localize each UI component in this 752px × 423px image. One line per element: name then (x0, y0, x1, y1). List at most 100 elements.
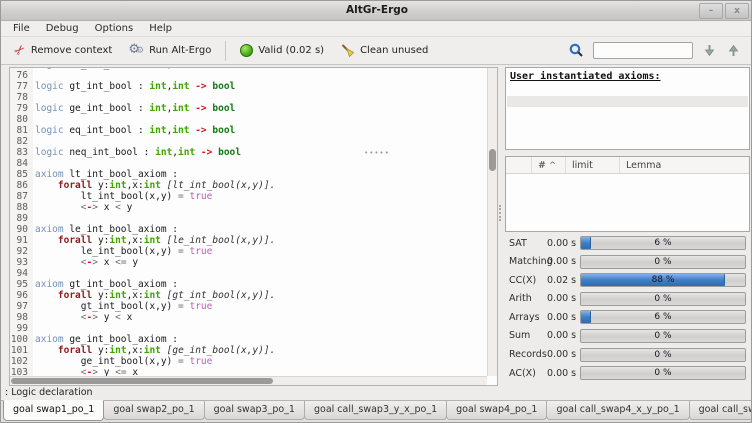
tab-goal-swap4_po_1[interactable]: goal swap4_po_1 (446, 401, 547, 420)
remove-context-button[interactable]: ✂ Remove context (9, 40, 118, 61)
line-number: 77 (10, 81, 33, 92)
broom-icon (340, 43, 355, 58)
code-text (33, 136, 35, 147)
code-line[interactable]: 76 (10, 70, 487, 81)
code-text: logic eq_int_bool : int,int -> bool (33, 125, 235, 136)
stat-time: 0.00 s (547, 312, 580, 323)
line-number: 94 (10, 268, 33, 279)
valid-status: Valid (0.02 s) (234, 41, 330, 60)
code-text: le_int_bool(x,y) = true (33, 246, 212, 257)
clean-unused-button[interactable]: Clean unused (334, 40, 434, 61)
column-lemma-label: Lemma (626, 160, 661, 171)
code-line[interactable]: 80 (10, 114, 487, 125)
code-line[interactable]: 91 forall y:int,x:int [le_int_bool(x,y)]… (10, 235, 487, 246)
editor-vertical-scrollbar[interactable] (487, 68, 497, 376)
code-text: logic lt_int_bool : int,int -> bool (33, 68, 235, 70)
stat-percent-label: 6 % (581, 312, 745, 322)
line-number: 99 (10, 323, 33, 334)
code-text: <-> x <= y (33, 257, 138, 268)
code-text (33, 70, 35, 81)
code-line[interactable]: 87 lt_int_bool(x,y) = true (10, 191, 487, 202)
code-line[interactable]: 103 <-> y <= x (10, 367, 487, 376)
stat-row-arith: Arith0.00 s0 % (505, 292, 750, 306)
editor-horizontal-scrollbar[interactable] (10, 376, 487, 385)
lemma-table-body[interactable] (506, 174, 749, 232)
altgr-ergo-window: AltGr-Ergo – x FileDebugOptionsHelp ✂ Re… (0, 0, 752, 423)
code-viewport[interactable]: 75logic lt_int_bool : int,int -> bool767… (10, 68, 487, 376)
tab-goal-call_swap4_x_y_po_1[interactable]: goal call_swap4_x_y_po_1 (546, 401, 689, 420)
menu-item-file[interactable]: File (5, 22, 38, 35)
stats-panel: SAT0.00 s6 %Matching0.00 s0 %CC(X)0.02 s… (505, 236, 750, 385)
run-alt-ergo-label: Run Alt-Ergo (149, 45, 211, 56)
search-input[interactable] (593, 42, 693, 59)
code-text: axiom le_int_bool_axiom : (33, 224, 178, 235)
stat-time: 0.00 s (547, 256, 580, 267)
code-line[interactable]: 96 forall y:int,x:int [gt_int_bool(x,y)]… (10, 290, 487, 301)
run-alt-ergo-button[interactable]: ⚙⚙ Run Alt-Ergo (122, 40, 217, 61)
code-line[interactable]: 86 forall y:int,x:int [lt_int_bool(x,y)]… (10, 180, 487, 191)
code-line[interactable]: 90axiom le_int_bool_axiom : (10, 224, 487, 235)
stat-label: SAT (505, 238, 547, 249)
axioms-selected-row[interactable] (507, 96, 748, 107)
tab-goal-swap2_po_1[interactable]: goal swap2_po_1 (103, 401, 204, 420)
search-next-icon[interactable] (702, 43, 717, 58)
line-number: 95 (10, 279, 33, 290)
column-blank[interactable] (506, 157, 532, 173)
workspace: 75logic lt_int_bool : int,int -> bool767… (1, 65, 752, 387)
code-text: <-> x < y (33, 202, 132, 213)
code-line[interactable]: 101 forall y:int,x:int [ge_int_bool(x,y)… (10, 345, 487, 356)
code-line[interactable]: 85axiom lt_int_bool_axiom : (10, 169, 487, 180)
instantiated-axioms-panel[interactable]: User instantiated axioms: (505, 67, 750, 150)
code-line[interactable]: 99 (10, 323, 487, 334)
code-line[interactable]: 81logic eq_int_bool : int,int -> bool (10, 125, 487, 136)
stat-percent-label: 0 % (581, 257, 745, 267)
line-number: 92 (10, 246, 33, 257)
tab-goal-swap1_po_1[interactable]: goal swap1_po_1 (3, 400, 104, 421)
line-number: 76 (10, 70, 33, 81)
code-line[interactable]: 84 (10, 158, 487, 169)
close-button[interactable]: x (725, 3, 749, 19)
tab-goal-call_swap4_y_x_po_1[interactable]: goal call_swap4_y_x_po_1 (689, 401, 752, 420)
menu-item-options[interactable]: Options (87, 22, 142, 35)
lemma-table: #^ limit Lemma (505, 156, 750, 232)
menu-item-debug[interactable]: Debug (38, 22, 87, 35)
column-lemma[interactable]: Lemma (620, 157, 749, 173)
vertical-splitter-grip[interactable] (499, 205, 503, 221)
code-line[interactable]: 89 (10, 213, 487, 224)
code-text: lt_int_bool(x,y) = true (33, 191, 212, 202)
menu-item-help[interactable]: Help (141, 22, 180, 35)
code-line[interactable]: 97 gt_int_bool(x,y) = true (10, 301, 487, 312)
search-prev-icon[interactable] (726, 43, 741, 58)
code-line[interactable]: 102 ge_int_bool(x,y) = true (10, 356, 487, 367)
stat-percent-label: 88 % (581, 275, 745, 285)
code-line[interactable]: 94 (10, 268, 487, 279)
column-limit[interactable]: limit (566, 157, 620, 173)
tab-goal-swap3_po_1[interactable]: goal swap3_po_1 (204, 401, 305, 420)
code-line[interactable]: 95axiom gt_int_bool_axiom : (10, 279, 487, 290)
code-line[interactable]: 77logic gt_int_bool : int,int -> bool (10, 81, 487, 92)
column-number[interactable]: #^ (532, 157, 566, 173)
line-number: 85 (10, 169, 33, 180)
code-text (33, 268, 35, 279)
code-line[interactable]: 93 <-> x <= y (10, 257, 487, 268)
stat-label: Sum (505, 330, 547, 341)
code-editor[interactable]: 75logic lt_int_bool : int,int -> bool767… (9, 67, 498, 386)
code-text (33, 323, 35, 334)
toolbar-separator (225, 41, 226, 61)
hscroll-thumb[interactable] (11, 378, 273, 384)
code-line[interactable]: 82 (10, 136, 487, 147)
stat-progress-bar: 0 % (580, 366, 746, 380)
code-line[interactable]: 100axiom ge_int_bool_axiom : (10, 334, 487, 345)
code-line[interactable]: 88 <-> x < y (10, 202, 487, 213)
tab-goal-call_swap3_y_x_po_1[interactable]: goal call_swap3_y_x_po_1 (304, 401, 447, 420)
stat-label: Records (505, 349, 547, 360)
code-line[interactable]: 79logic ge_int_bool : int,int -> bool (10, 103, 487, 114)
code-line[interactable]: 92 le_int_bool(x,y) = true (10, 246, 487, 257)
stat-label: Arith (505, 293, 547, 304)
valid-status-label: Valid (0.02 s) (258, 45, 324, 56)
minimize-button[interactable]: – (699, 3, 723, 19)
code-line[interactable]: 78 (10, 92, 487, 103)
code-line[interactable]: 98 <-> y < x (10, 312, 487, 323)
line-number: 89 (10, 213, 33, 224)
code-text: forall y:int,x:int [gt_int_bool(x,y)]. (33, 290, 275, 301)
